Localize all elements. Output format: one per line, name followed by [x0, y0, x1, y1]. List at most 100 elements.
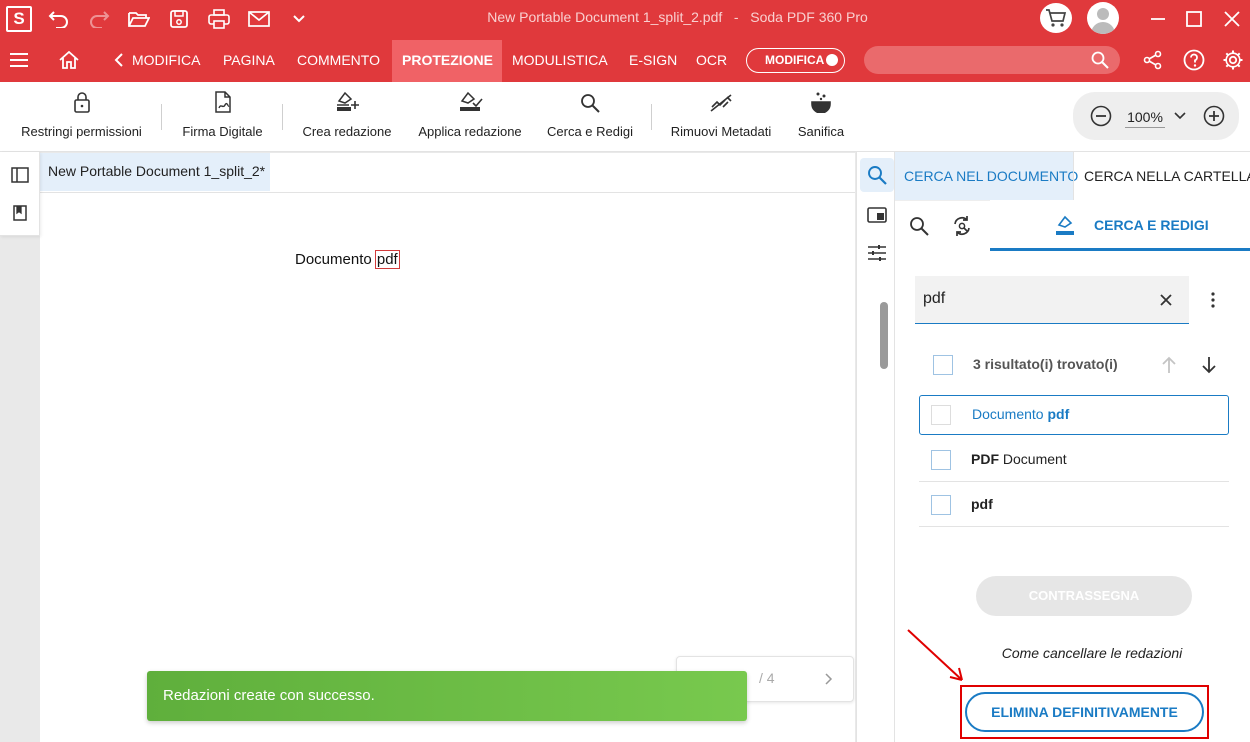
- avatar[interactable]: [1087, 2, 1119, 34]
- search-icon[interactable]: [1088, 48, 1112, 72]
- toolbar-label: Rimuovi Metadati: [670, 124, 772, 139]
- tab-modifica[interactable]: MODIFICA: [132, 38, 204, 82]
- panel-tab-document-label: CERCA NEL DOCUMENTO: [904, 168, 1079, 184]
- cart-icon[interactable]: [1040, 3, 1072, 33]
- create-redaction-button[interactable]: Crea redazione: [296, 82, 398, 152]
- remove-metadata-icon: [709, 93, 733, 118]
- save-icon[interactable]: [166, 7, 192, 31]
- tab-commento[interactable]: COMMENTO: [297, 38, 380, 82]
- toolbar-divider: [161, 104, 162, 130]
- result-text: Documento pdf: [972, 396, 1069, 433]
- result-checkbox[interactable]: [931, 405, 951, 425]
- panel-tab-folder[interactable]: CERCA NELLA CARTELLA: [1073, 152, 1250, 200]
- undo-icon[interactable]: [46, 7, 72, 31]
- result-row[interactable]: PDF Document: [919, 437, 1229, 482]
- window-title: New Portable Document 1_split_2.pdf - So…: [487, 9, 868, 25]
- redo-icon[interactable]: [86, 7, 112, 31]
- sanitize-icon: [810, 91, 832, 118]
- help-icon[interactable]: [1182, 48, 1206, 72]
- toolbar-label: Restringi permissioni: [21, 124, 142, 139]
- tab-ocr[interactable]: OCR: [696, 38, 727, 82]
- search-icon: [580, 93, 600, 118]
- mode-toggle[interactable]: MODIFICA: [746, 48, 845, 73]
- tab-protezione[interactable]: PROTEZIONE: [402, 38, 493, 82]
- remove-metadata-button[interactable]: Rimuovi Metadati: [662, 82, 780, 152]
- email-icon[interactable]: [246, 7, 272, 31]
- mark-button[interactable]: CONTRASSEGNA: [976, 576, 1192, 616]
- zoom-level[interactable]: 100%: [1125, 106, 1165, 128]
- tab-modulistica[interactable]: MODULISTICA: [512, 38, 608, 82]
- redact-search-value: pdf: [923, 290, 946, 307]
- hamburger-menu-icon[interactable]: [6, 48, 32, 72]
- zoom-in-icon[interactable]: [1202, 104, 1226, 128]
- panel-subtab-redact[interactable]: CERCA E REDIGI: [990, 200, 1250, 251]
- arrow-up-icon[interactable]: [1158, 354, 1180, 376]
- create-redaction-icon: [334, 89, 360, 118]
- result-row-selected[interactable]: Documento pdf: [919, 395, 1229, 435]
- redaction-help-link[interactable]: Come cancellare le redazioni: [930, 643, 1250, 663]
- arrow-down-icon[interactable]: [1198, 354, 1220, 376]
- print-icon[interactable]: [206, 7, 232, 31]
- app-logo: S: [6, 6, 32, 32]
- search-panel-icon[interactable]: [860, 158, 894, 192]
- lock-icon: [73, 91, 91, 118]
- close-icon[interactable]: [1220, 7, 1244, 31]
- redaction-mark[interactable]: pdf: [374, 250, 400, 269]
- toolbar-label: Sanifica: [797, 124, 845, 139]
- search-icon[interactable]: [906, 214, 932, 238]
- select-all-checkbox[interactable]: [933, 355, 953, 375]
- sliders-icon[interactable]: [866, 242, 888, 264]
- result-text-match: pdf: [971, 496, 993, 512]
- toggle-knob: [826, 54, 838, 66]
- search-and-redact-button[interactable]: Cerca e Redigi: [542, 82, 638, 152]
- result-text-match: PDF: [971, 451, 999, 467]
- result-checkbox[interactable]: [931, 495, 951, 515]
- clear-search-icon[interactable]: [1155, 289, 1177, 311]
- open-folder-icon[interactable]: [126, 7, 152, 31]
- zoom-dropdown-icon[interactable]: [1170, 106, 1190, 126]
- result-text: PDF Document: [971, 437, 1067, 482]
- restrict-permissions-button[interactable]: Restringi permissioni: [14, 82, 149, 152]
- result-text-pre: Documento: [972, 406, 1048, 422]
- redact-eraser-icon: [1054, 213, 1076, 237]
- digital-signature-button[interactable]: Firma Digitale: [170, 82, 275, 152]
- document-tab[interactable]: New Portable Document 1_split_2*: [40, 153, 270, 191]
- annotation-arrow: [907, 629, 963, 681]
- window-panel-icon[interactable]: [866, 204, 888, 226]
- chevron-right-icon[interactable]: [819, 669, 839, 689]
- result-checkbox[interactable]: [931, 450, 951, 470]
- chevron-left-icon[interactable]: [110, 48, 128, 72]
- right-tool-strip: [856, 152, 895, 742]
- panel-tab-document[interactable]: CERCA NEL DOCUMENTO: [895, 152, 1078, 200]
- maximize-icon[interactable]: [1182, 7, 1206, 31]
- bookmark-icon[interactable]: [9, 202, 31, 224]
- toolbar-label: Cerca e Redigi: [547, 124, 633, 139]
- document-scrollbar[interactable]: [880, 302, 888, 369]
- chevron-down-icon[interactable]: [288, 7, 310, 31]
- page-count: / 4: [759, 670, 775, 686]
- title-bar: S New Portable Document 1_split_2.pdf - …: [0, 0, 1250, 38]
- zoom-out-icon[interactable]: [1089, 104, 1113, 128]
- redact-search-field[interactable]: pdf: [915, 276, 1189, 324]
- home-icon[interactable]: [56, 48, 82, 72]
- tab-e-sign[interactable]: E-SIGN: [629, 38, 677, 82]
- apply-redaction-button[interactable]: Applica redazione: [410, 82, 530, 152]
- more-options-icon[interactable]: [1203, 288, 1223, 312]
- search-replace-icon[interactable]: [949, 214, 975, 238]
- sanitize-button[interactable]: Sanifica: [790, 82, 852, 152]
- global-search-input[interactable]: [864, 46, 1120, 74]
- minimize-icon[interactable]: [1146, 7, 1170, 31]
- panel-subtab-redact-label: CERCA E REDIGI: [1094, 217, 1209, 233]
- delete-permanently-button[interactable]: ELIMINA DEFINITIVAMENTE: [965, 692, 1204, 732]
- share-icon[interactable]: [1141, 48, 1165, 72]
- tab-pagina[interactable]: PAGINA: [223, 38, 275, 82]
- result-text-post: Document: [999, 451, 1067, 467]
- result-row[interactable]: pdf: [919, 482, 1229, 527]
- panel-toggle-icon[interactable]: [9, 164, 31, 186]
- document-text-plain: Documento: [295, 251, 376, 268]
- document-text[interactable]: Documento pdf: [295, 250, 400, 269]
- toolbar-label: Firma Digitale: [182, 124, 263, 139]
- gear-icon[interactable]: [1221, 48, 1245, 72]
- results-count: 3 risultato(i) trovato(i): [973, 356, 1118, 372]
- left-sidebar: [0, 152, 40, 236]
